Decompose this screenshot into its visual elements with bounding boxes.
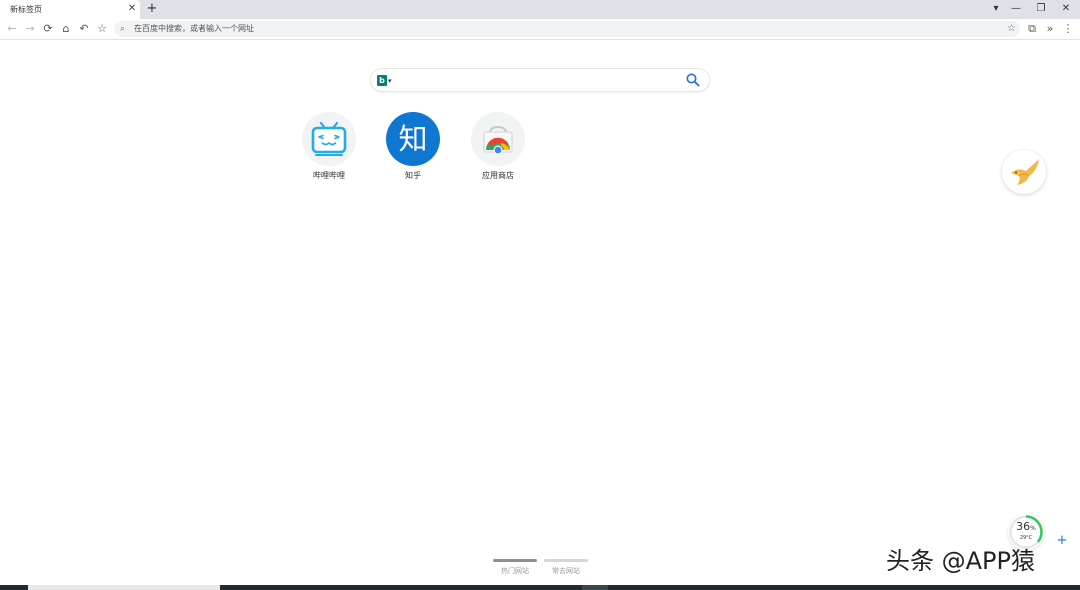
search-button[interactable] <box>685 72 701 88</box>
search-engine-selector[interactable]: b ▾ <box>377 74 397 88</box>
tab-close-icon[interactable]: ✕ <box>126 2 138 16</box>
tab-title: 新标签页 <box>10 5 42 14</box>
extensions-overflow-icon[interactable]: » <box>1042 21 1058 37</box>
tab-strip: 新标签页 ✕ + ▾ — ❐ ✕ <box>0 0 1080 19</box>
tab-search-dropdown-icon[interactable]: ▾ <box>986 1 1006 17</box>
restore-button[interactable]: ❐ <box>1031 1 1051 17</box>
taskbar-search-box[interactable] <box>28 585 220 590</box>
forward-button[interactable]: → <box>22 21 38 37</box>
search-icon <box>686 73 700 87</box>
minimize-button[interactable]: — <box>1006 1 1026 17</box>
taskbar-app[interactable] <box>582 585 608 590</box>
search-bar: b ▾ <box>370 68 710 92</box>
toolbar: ← → ⟳ ⌂ ↶ ☆ ⌕ 在百度中搜索，或者输入一个网址 ☆ ⧉ » ⋮ <box>0 19 1080 40</box>
star-icon[interactable]: ☆ <box>1007 21 1016 37</box>
home-button[interactable]: ⌂ <box>58 21 74 37</box>
window-close-button[interactable]: ✕ <box>1056 1 1076 17</box>
shortcut-app-store[interactable]: 应用商店 <box>458 112 538 184</box>
zhihu-logo-icon: 知 <box>398 122 428 156</box>
pager-bar-hot[interactable] <box>493 559 537 562</box>
watermark: 头条 @APP猿 <box>886 547 1035 575</box>
tab-hot-sites[interactable]: 热门网站 <box>493 566 537 576</box>
omnibox[interactable]: ⌕ 在百度中搜索，或者输入一个网址 ☆ <box>114 21 1020 37</box>
undo-close-tab-button[interactable]: ↶ <box>76 21 92 37</box>
bookmark-icon[interactable]: ☆ <box>94 21 110 37</box>
shortcut-label: 哔哩哔哩 <box>313 171 345 180</box>
omnibox-placeholder[interactable]: 在百度中搜索，或者输入一个网址 <box>134 21 254 37</box>
tab-frequent-sites[interactable]: 常去网站 <box>544 566 588 576</box>
shortcut-label: 应用商店 <box>482 171 514 180</box>
usage-percent: 36% <box>1016 520 1036 533</box>
shortcut-page-indicator: 热门网站 常去网站 <box>490 559 590 577</box>
pager-bar-frequent[interactable] <box>544 559 588 562</box>
chevron-down-icon: ▾ <box>388 77 392 85</box>
bing-logo-icon: b <box>377 75 387 86</box>
back-button[interactable]: ← <box>4 21 20 37</box>
zhihu-tile: 知 <box>386 112 440 166</box>
screenshot-icon[interactable]: ⧉ <box>1024 21 1040 37</box>
bilibili-tv-icon <box>311 121 347 156</box>
taskbar <box>0 585 1080 590</box>
menu-icon[interactable]: ⋮ <box>1060 21 1076 37</box>
bird-icon <box>1011 159 1039 185</box>
search-icon: ⌕ <box>120 24 126 34</box>
bird-assistant-button[interactable] <box>1002 150 1046 194</box>
chrome-web-store-icon <box>483 125 513 155</box>
app-store-tile <box>471 112 525 166</box>
reload-button[interactable]: ⟳ <box>40 21 56 37</box>
search-input[interactable] <box>399 71 679 89</box>
browser-window: 新标签页 ✕ + ▾ — ❐ ✕ ← → ⟳ ⌂ ↶ ☆ ⌕ 在百度中搜索，或者… <box>0 0 1080 590</box>
new-tab-button[interactable]: + <box>145 1 159 17</box>
bilibili-tile <box>302 112 356 166</box>
shortcut-label: 知乎 <box>405 171 421 180</box>
shortcut-bilibili[interactable]: 哔哩哔哩 <box>289 112 369 184</box>
tab-new-tab[interactable]: 新标签页 ✕ <box>0 0 140 19</box>
shortcut-zhihu[interactable]: 知 知乎 <box>373 112 453 184</box>
add-button[interactable]: + <box>1054 533 1070 549</box>
